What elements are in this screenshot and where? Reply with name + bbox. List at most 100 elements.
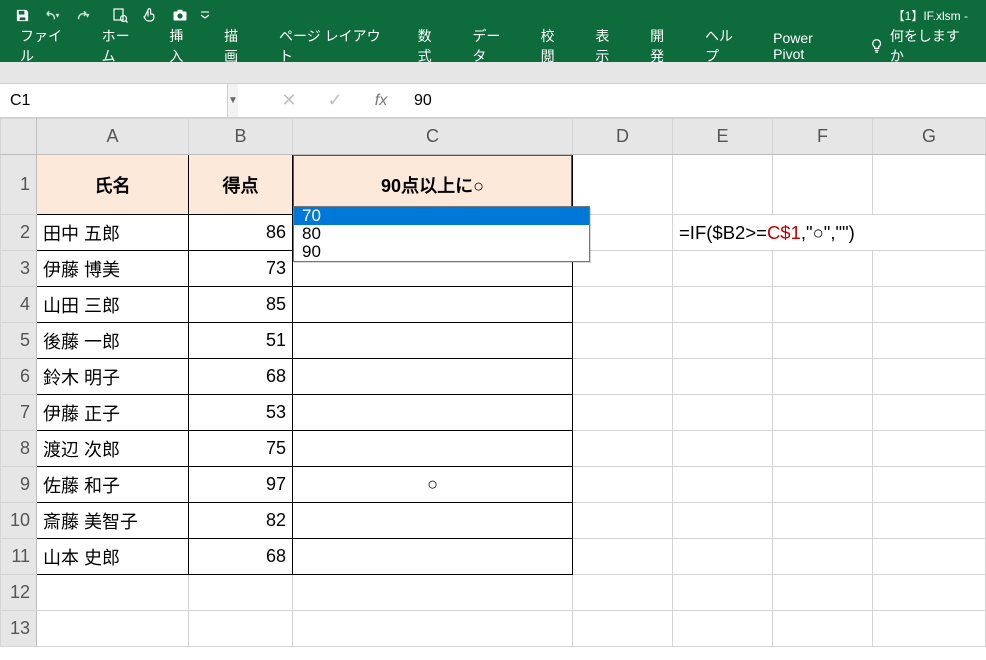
cell-A7[interactable]: 伊藤 正子 (37, 395, 189, 431)
cell-F13[interactable] (773, 611, 873, 647)
name-box-input[interactable] (0, 84, 227, 117)
cell-E10[interactable] (673, 503, 773, 539)
dropdown-option-90[interactable]: 90 (294, 243, 589, 261)
cell-B10[interactable]: 82 (189, 503, 293, 539)
tab-formulas[interactable]: 数式 (404, 18, 459, 74)
cell-E7[interactable] (673, 395, 773, 431)
cell-G13[interactable] (873, 611, 986, 647)
formula-bar-input[interactable] (404, 84, 986, 117)
cell-D5[interactable] (573, 323, 673, 359)
tab-data[interactable]: データ (458, 18, 526, 74)
cell-E2[interactable]: =IF($B2>=C$1,"○","") (673, 215, 986, 251)
cell-E6[interactable] (673, 359, 773, 395)
tell-me-search[interactable]: 何をしますか (859, 20, 980, 72)
cell-A6[interactable]: 鈴木 明子 (37, 359, 189, 395)
row-header-6[interactable]: 6 (1, 359, 37, 395)
cell-D9[interactable] (573, 467, 673, 503)
cell-F7[interactable] (773, 395, 873, 431)
cell-B7[interactable]: 53 (189, 395, 293, 431)
cell-C9[interactable]: ○ (293, 467, 573, 503)
cell-D4[interactable] (573, 287, 673, 323)
col-header-E[interactable]: E (673, 119, 773, 155)
row-header-5[interactable]: 5 (1, 323, 37, 359)
cell-G9[interactable] (873, 467, 986, 503)
cell-B4[interactable]: 85 (189, 287, 293, 323)
cell-G1[interactable] (873, 155, 986, 215)
cell-A9[interactable]: 佐藤 和子 (37, 467, 189, 503)
cell-C8[interactable] (293, 431, 573, 467)
row-header-7[interactable]: 7 (1, 395, 37, 431)
cell-F8[interactable] (773, 431, 873, 467)
cell-B6[interactable]: 68 (189, 359, 293, 395)
cell-D8[interactable] (573, 431, 673, 467)
cell-F12[interactable] (773, 575, 873, 611)
row-header-12[interactable]: 12 (1, 575, 37, 611)
cell-A8[interactable]: 渡辺 次郎 (37, 431, 189, 467)
cell-D11[interactable] (573, 539, 673, 575)
insert-function-button[interactable]: fx (358, 84, 404, 117)
cell-C13[interactable] (293, 611, 573, 647)
dropdown-option-70[interactable]: 70 (294, 207, 589, 225)
cell-G12[interactable] (873, 575, 986, 611)
tab-draw[interactable]: 描画 (210, 18, 265, 74)
cell-A13[interactable] (37, 611, 189, 647)
cell-A5[interactable]: 後藤 一郎 (37, 323, 189, 359)
tab-file[interactable]: ファイル (6, 18, 88, 74)
col-header-C[interactable]: C (293, 119, 573, 155)
col-header-G[interactable]: G (873, 119, 986, 155)
cell-A1[interactable]: 氏名 (37, 155, 189, 215)
cell-E8[interactable] (673, 431, 773, 467)
cell-C11[interactable] (293, 539, 573, 575)
cell-A2[interactable]: 田中 五郎 (37, 215, 189, 251)
row-header-2[interactable]: 2 (1, 215, 37, 251)
cell-E1[interactable] (673, 155, 773, 215)
cell-F10[interactable] (773, 503, 873, 539)
cell-C6[interactable] (293, 359, 573, 395)
row-header-11[interactable]: 11 (1, 539, 37, 575)
cell-B13[interactable] (189, 611, 293, 647)
cell-A3[interactable]: 伊藤 博美 (37, 251, 189, 287)
row-header-1[interactable]: 1 (1, 155, 37, 215)
cell-A10[interactable]: 斎藤 美智子 (37, 503, 189, 539)
enter-formula-button[interactable]: ✓ (312, 84, 358, 117)
cell-B11[interactable]: 68 (189, 539, 293, 575)
row-header-10[interactable]: 10 (1, 503, 37, 539)
cell-G10[interactable] (873, 503, 986, 539)
cell-G8[interactable] (873, 431, 986, 467)
cell-D7[interactable] (573, 395, 673, 431)
tab-help[interactable]: ヘルプ (691, 18, 759, 74)
cell-G5[interactable] (873, 323, 986, 359)
cell-C12[interactable] (293, 575, 573, 611)
cell-G3[interactable] (873, 251, 986, 287)
cell-B2[interactable]: 86 (189, 215, 293, 251)
cell-B8[interactable]: 75 (189, 431, 293, 467)
cell-F11[interactable] (773, 539, 873, 575)
row-header-9[interactable]: 9 (1, 467, 37, 503)
cell-E3[interactable] (673, 251, 773, 287)
col-header-D[interactable]: D (573, 119, 673, 155)
cell-F1[interactable] (773, 155, 873, 215)
cell-G4[interactable] (873, 287, 986, 323)
cell-B9[interactable]: 97 (189, 467, 293, 503)
col-header-F[interactable]: F (773, 119, 873, 155)
row-header-13[interactable]: 13 (1, 611, 37, 647)
cell-C7[interactable] (293, 395, 573, 431)
cancel-formula-button[interactable]: ✕ (266, 84, 312, 117)
cell-B12[interactable] (189, 575, 293, 611)
cell-A12[interactable] (37, 575, 189, 611)
select-all-corner[interactable] (1, 119, 37, 155)
row-header-3[interactable]: 3 (1, 251, 37, 287)
cell-G11[interactable] (873, 539, 986, 575)
cell-D6[interactable] (573, 359, 673, 395)
tab-review[interactable]: 校閲 (527, 18, 582, 74)
cell-D13[interactable] (573, 611, 673, 647)
cell-E5[interactable] (673, 323, 773, 359)
row-header-4[interactable]: 4 (1, 287, 37, 323)
cell-G6[interactable] (873, 359, 986, 395)
cell-E9[interactable] (673, 467, 773, 503)
tab-insert[interactable]: 挿入 (155, 18, 210, 74)
cell-B1[interactable]: 得点 (189, 155, 293, 215)
cell-A4[interactable]: 山田 三郎 (37, 287, 189, 323)
cell-E11[interactable] (673, 539, 773, 575)
cell-G7[interactable] (873, 395, 986, 431)
